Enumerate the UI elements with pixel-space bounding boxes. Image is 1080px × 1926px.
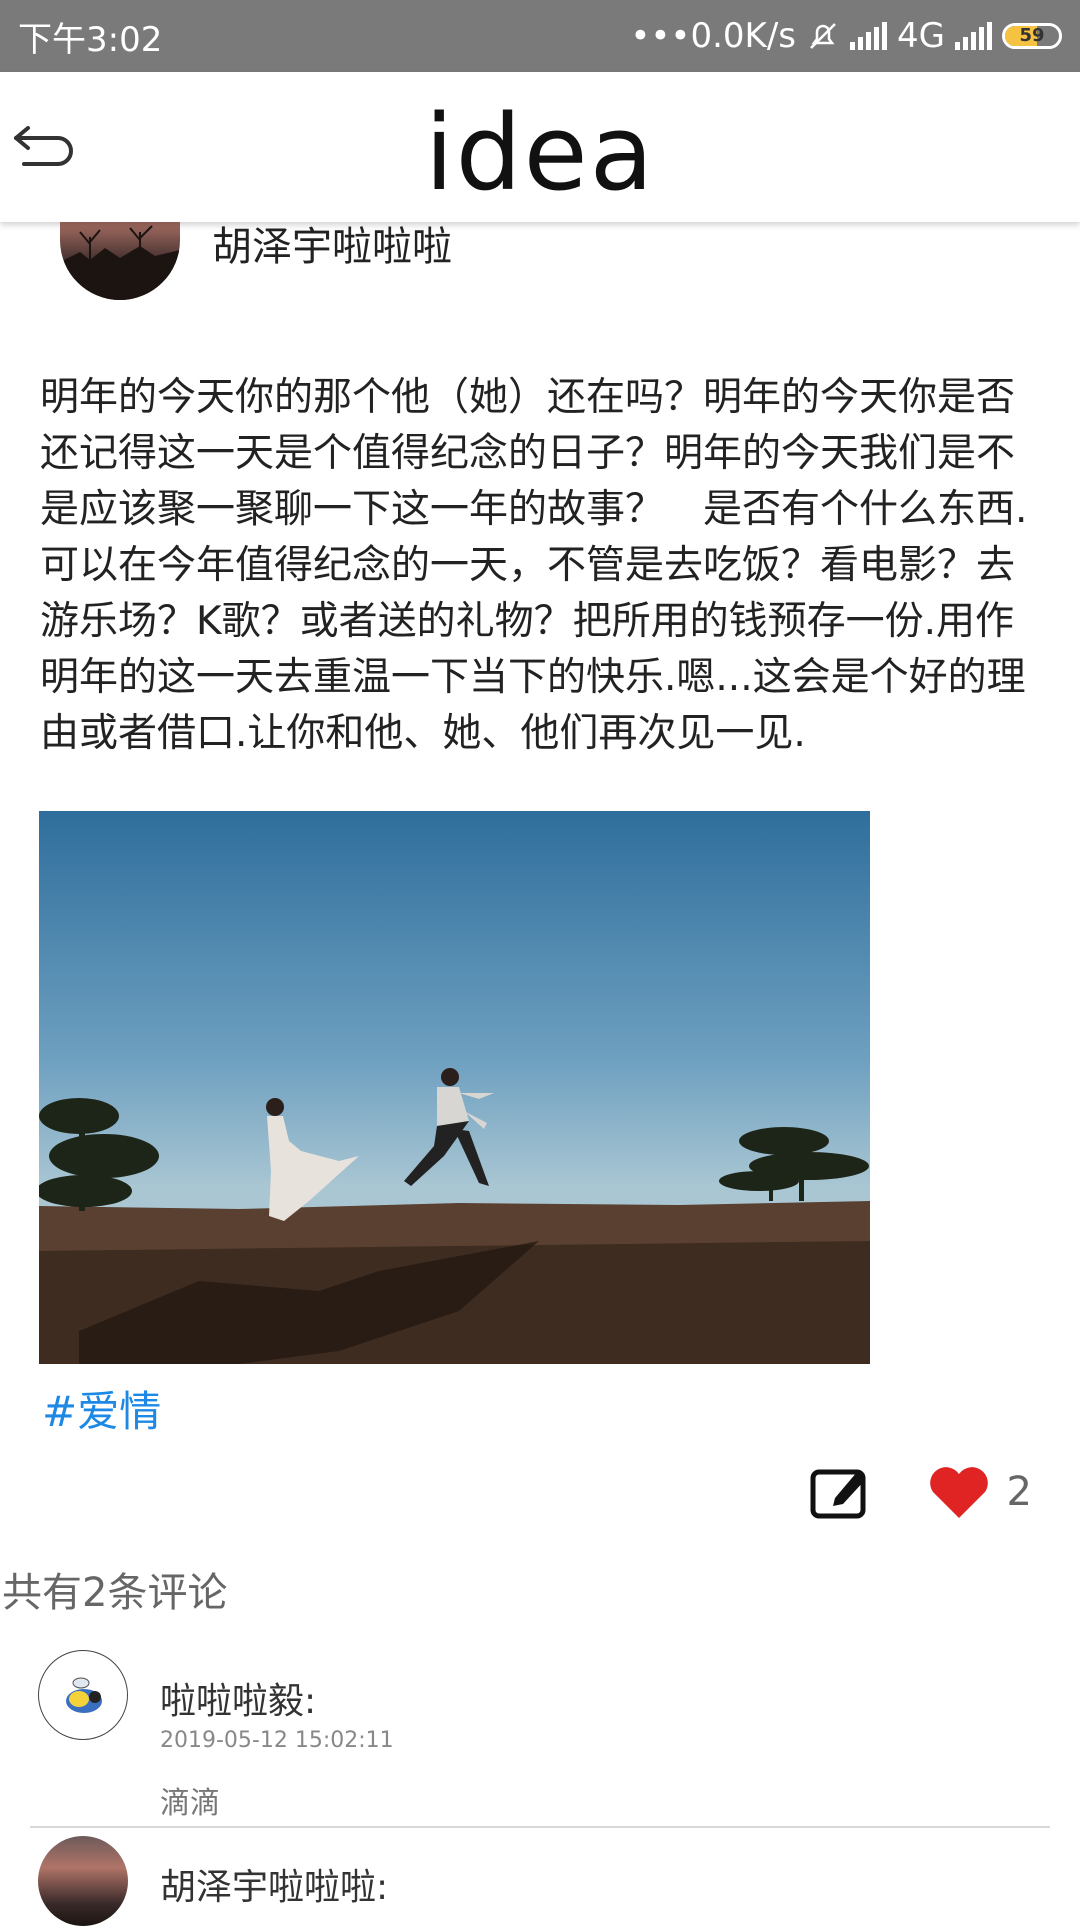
post-body: 明年的今天你的那个他（她）还在吗？明年的今天你是否还记得这一天是个值得纪念的日子… — [40, 375, 1028, 756]
status-time: 下午3:02 — [18, 19, 163, 60]
app-header: idea — [0, 72, 1080, 222]
mute-bell-icon — [810, 23, 836, 49]
cell-signal-icon — [955, 22, 992, 50]
status-bar: 下午3:02 •••0.0K/s 4G 59 — [0, 0, 1080, 72]
wifi-signal-icon — [850, 22, 888, 50]
post-author-name[interactable]: 胡泽宇啦啦啦 — [212, 214, 452, 272]
status-icons: •••0.0K/s 4G 59 — [630, 16, 1062, 56]
commenter-avatar[interactable] — [38, 1650, 128, 1740]
commenter-name[interactable]: 胡泽宇啦啦啦: — [160, 1858, 388, 1910]
battery-level: 59 — [1019, 25, 1045, 46]
like-count: 2 — [1006, 1469, 1032, 1515]
commenter-name[interactable]: 啦啦啦毅: — [160, 1672, 316, 1724]
comment-time: 2019-05-12 15:02:11 — [160, 1728, 394, 1753]
like-button[interactable]: 2 — [927, 1464, 1032, 1520]
battery-icon: 59 — [1002, 23, 1062, 49]
bee-cartoon-image — [66, 1677, 102, 1713]
comment-count: 共有2条评论 — [2, 1570, 228, 1616]
net-speed: •••0.0K/s — [630, 16, 797, 56]
network-type: 4G — [897, 16, 945, 56]
comment-text: 滴滴 — [160, 1786, 220, 1821]
post-actions: 2 — [809, 1464, 1032, 1520]
post-tag[interactable]: #爱情 — [42, 1378, 161, 1439]
comment-divider — [30, 1826, 1050, 1828]
post-photo[interactable] — [39, 811, 870, 1364]
app-logo: idea — [424, 92, 656, 214]
commenter-avatar[interactable] — [38, 1836, 128, 1926]
couple-jumping-image — [39, 1068, 870, 1364]
edit-comment-icon[interactable] — [809, 1464, 871, 1520]
heart-icon — [929, 1467, 988, 1518]
